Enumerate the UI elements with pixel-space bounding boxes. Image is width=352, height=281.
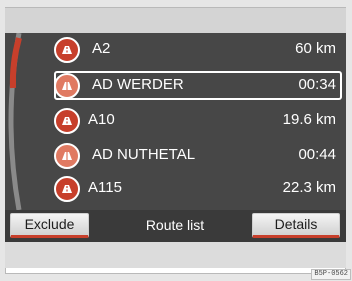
route-distance: 60 km — [295, 40, 336, 57]
exclude-button[interactable]: Exclude — [10, 213, 89, 238]
route-row-4[interactable]: AD NUTHETAL 00:44 — [54, 141, 342, 170]
route-name: A115 — [88, 179, 122, 196]
motorway-junction-icon — [54, 143, 80, 169]
route-distance: 19.6 km — [282, 111, 336, 128]
route-time: 00:44 — [298, 146, 336, 163]
route-row-3[interactable]: A10 19.6 km — [54, 106, 342, 135]
motorway-icon — [54, 176, 80, 202]
route-row-5[interactable]: A115 22.3 km — [54, 174, 342, 203]
route-time: 00:34 — [298, 76, 336, 93]
route-row-2[interactable]: AD WERDER 00:34 — [54, 71, 342, 100]
bottom-bar — [5, 242, 346, 268]
page-title: Route list — [145, 217, 205, 233]
route-name: AD NUTHETAL — [92, 146, 196, 163]
scroll-arc-icon — [8, 33, 22, 210]
motorway-junction-icon — [54, 73, 80, 99]
route-name: A2 — [92, 40, 111, 57]
top-status-bar — [5, 8, 346, 33]
motorway-icon — [54, 108, 80, 134]
route-name: A10 — [88, 111, 115, 128]
image-code-label: B5P-0562 — [311, 269, 351, 280]
route-distance: 22.3 km — [282, 179, 336, 196]
details-button[interactable]: Details — [252, 213, 340, 238]
motorway-icon — [54, 37, 80, 63]
route-row-1[interactable]: A2 60 km — [54, 35, 342, 64]
route-name: AD WERDER — [92, 76, 184, 93]
scroll-indicator[interactable] — [5, 33, 45, 210]
